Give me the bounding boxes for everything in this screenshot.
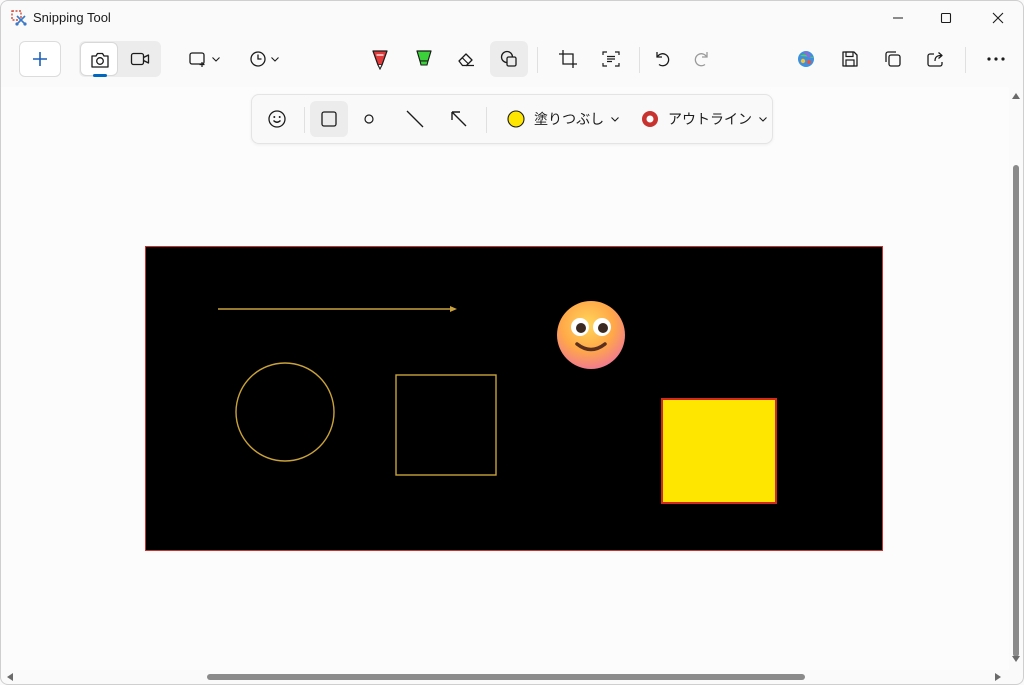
line-shape-button[interactable] bbox=[396, 101, 434, 137]
redo-icon bbox=[694, 52, 708, 67]
outline-color-dropdown[interactable]: アウトライン bbox=[632, 101, 776, 137]
save-button[interactable] bbox=[831, 41, 869, 77]
maximize-icon bbox=[940, 12, 952, 24]
copy-button[interactable] bbox=[874, 41, 912, 77]
drawn-arrow[interactable] bbox=[218, 306, 457, 312]
green-highlighter-icon bbox=[416, 50, 432, 66]
more-icon bbox=[987, 57, 1005, 61]
fill-color-dropdown[interactable]: 塗りつぶし bbox=[498, 101, 628, 137]
outline-color-swatch-icon bbox=[642, 111, 658, 127]
crop-button[interactable] bbox=[549, 41, 587, 77]
scroll-right-icon[interactable] bbox=[995, 673, 1001, 681]
toolbar-divider bbox=[486, 107, 487, 133]
shapes-button[interactable] bbox=[490, 41, 528, 77]
annotation-layer bbox=[218, 301, 777, 504]
highlighter-button[interactable] bbox=[405, 41, 443, 77]
captured-screenshot[interactable] bbox=[145, 246, 883, 551]
red-pen-icon bbox=[372, 50, 388, 70]
close-icon bbox=[992, 12, 1004, 24]
undo-icon bbox=[656, 52, 670, 67]
snip-shape-dropdown[interactable] bbox=[181, 41, 227, 77]
minimize-icon bbox=[893, 17, 903, 19]
rectangle-shape-button[interactable] bbox=[310, 101, 348, 137]
circle-shape-button[interactable] bbox=[350, 101, 388, 137]
outline-label: アウトライン bbox=[668, 111, 752, 127]
emoji-button[interactable] bbox=[258, 101, 296, 137]
snipping-tool-window: Snipping Tool 塗りつぶし アウトライン bbox=[0, 0, 1024, 685]
toolbar-divider bbox=[537, 47, 538, 73]
shapes-toolbar: 塗りつぶし アウトライン bbox=[251, 94, 773, 144]
shapes-icon bbox=[500, 50, 517, 67]
video-mode-button[interactable] bbox=[121, 42, 159, 76]
scroll-up-icon[interactable] bbox=[1012, 93, 1020, 99]
fill-color-swatch-icon bbox=[507, 110, 525, 128]
toolbar-divider bbox=[304, 107, 305, 133]
vertical-scroll-thumb[interactable] bbox=[1013, 165, 1019, 657]
eraser-button[interactable] bbox=[447, 41, 485, 77]
camera-icon bbox=[91, 52, 109, 68]
paint-app-icon bbox=[798, 51, 814, 67]
arrow-icon bbox=[451, 111, 467, 127]
snipping-tool-app-icon bbox=[11, 10, 27, 26]
arrow-shape-button[interactable] bbox=[440, 101, 478, 137]
text-actions-icon bbox=[602, 51, 620, 67]
scroll-left-icon[interactable] bbox=[7, 673, 13, 681]
text-actions-button[interactable] bbox=[592, 41, 630, 77]
rectangle-icon bbox=[321, 111, 337, 127]
more-options-button[interactable] bbox=[977, 41, 1015, 77]
screenshot-mode-button[interactable] bbox=[80, 42, 118, 77]
fill-label: 塗りつぶし bbox=[534, 111, 605, 127]
copy-icon bbox=[885, 51, 901, 67]
title-bar: Snipping Tool bbox=[1, 1, 1023, 35]
drawn-square-outline[interactable] bbox=[395, 374, 497, 476]
circle-icon bbox=[364, 114, 374, 124]
drawn-yellow-square[interactable] bbox=[661, 398, 777, 504]
share-icon bbox=[927, 52, 943, 67]
share-button[interactable] bbox=[917, 41, 955, 77]
horizontal-scrollbar[interactable] bbox=[1, 670, 1009, 684]
maximize-button[interactable] bbox=[923, 1, 969, 35]
emoji-icon bbox=[268, 110, 286, 128]
redo-button[interactable] bbox=[683, 41, 721, 77]
toolbar-divider bbox=[639, 47, 640, 73]
horizontal-scroll-thumb[interactable] bbox=[207, 674, 805, 680]
chevron-down-icon bbox=[759, 117, 767, 122]
main-toolbar bbox=[1, 37, 1023, 85]
save-icon bbox=[842, 51, 858, 67]
drawn-circle[interactable] bbox=[235, 362, 335, 462]
scroll-down-icon[interactable] bbox=[1012, 656, 1020, 662]
chevron-down-icon bbox=[211, 57, 220, 62]
crop-icon bbox=[559, 50, 577, 68]
window-title: Snipping Tool bbox=[33, 10, 111, 25]
vertical-scrollbar[interactable] bbox=[1009, 87, 1023, 670]
close-button[interactable] bbox=[975, 1, 1021, 35]
eraser-icon bbox=[458, 53, 474, 67]
line-icon bbox=[406, 110, 424, 128]
rectangle-snip-icon bbox=[188, 52, 205, 67]
chevron-down-icon bbox=[270, 57, 279, 62]
edit-with-paint-button[interactable] bbox=[787, 41, 825, 77]
ballpoint-pen-button[interactable] bbox=[361, 41, 399, 77]
video-camera-icon bbox=[130, 52, 150, 66]
active-mode-indicator bbox=[93, 74, 107, 77]
clock-icon bbox=[249, 51, 266, 67]
chevron-down-icon bbox=[611, 117, 620, 122]
plus-icon bbox=[33, 52, 47, 66]
delay-timer-dropdown[interactable] bbox=[241, 41, 287, 77]
capture-mode-toggle bbox=[79, 41, 161, 77]
minimize-button[interactable] bbox=[875, 1, 921, 35]
smiling-face-emoji[interactable] bbox=[557, 301, 625, 369]
undo-button[interactable] bbox=[643, 41, 681, 77]
toolbar-divider bbox=[965, 47, 966, 73]
new-snip-button[interactable] bbox=[19, 41, 61, 77]
